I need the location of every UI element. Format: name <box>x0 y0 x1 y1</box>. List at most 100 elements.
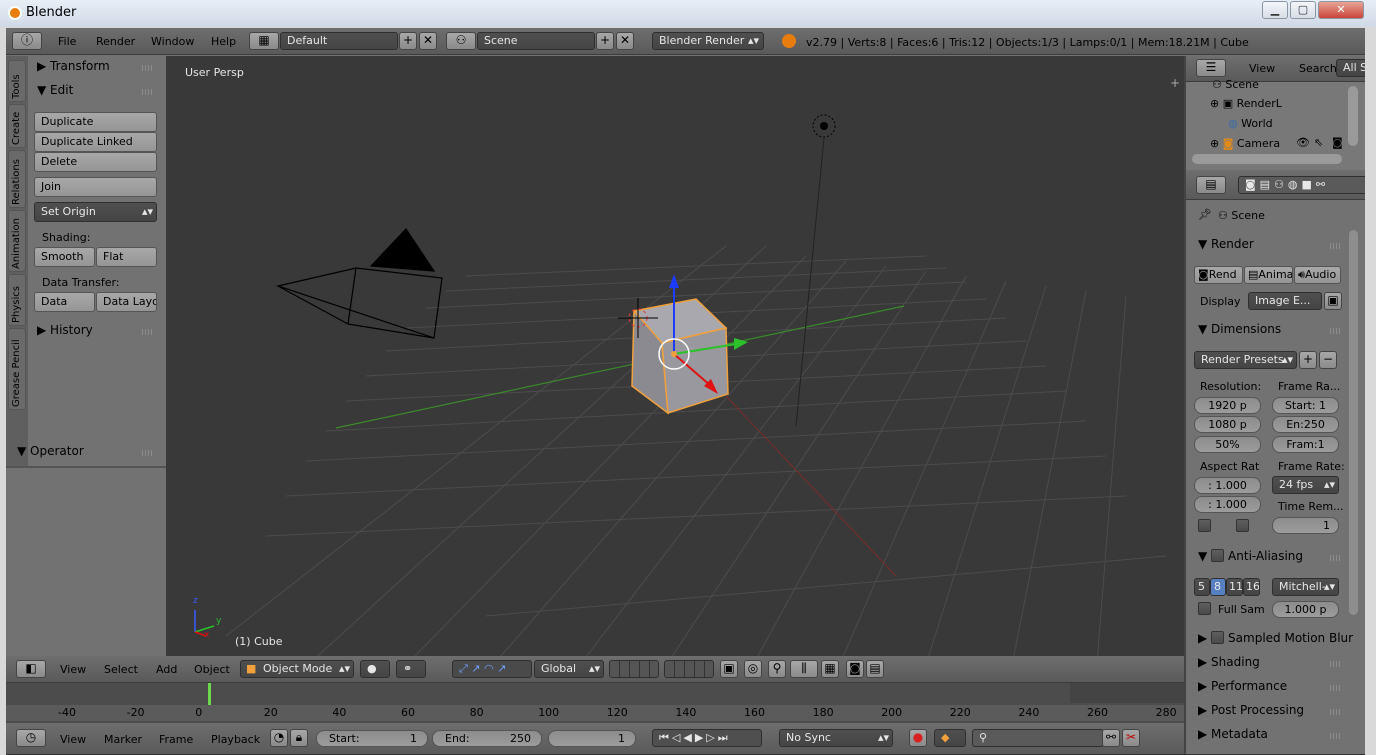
outliner-item-camera[interactable]: ⊕ ◙ Camera <box>1210 137 1280 150</box>
selectability-cursor-icon[interactable]: ⇖ <box>1314 136 1323 149</box>
drag-handle-icon[interactable] <box>142 65 154 71</box>
frame-end-field[interactable]: En:250 <box>1272 416 1339 433</box>
layout-selector-button[interactable]: ▦ <box>249 32 279 50</box>
menu-view[interactable]: View <box>60 663 86 676</box>
data-layout-button[interactable]: Data Layo <box>96 292 157 312</box>
render-audio-button[interactable]: 🔊︎Audio <box>1294 266 1341 284</box>
editor-type-button[interactable]: ⓘ <box>12 32 42 50</box>
outliner-editor-type-button[interactable]: ☰ <box>1196 59 1226 77</box>
drag-handle-icon[interactable] <box>1330 709 1342 715</box>
close-button[interactable]: ✕ <box>1318 1 1364 19</box>
time-remap-new-field[interactable]: 1 <box>1272 517 1339 534</box>
duplicate-button[interactable]: Duplicate <box>34 112 157 132</box>
snap-button[interactable]: ⚲ <box>768 660 786 678</box>
snap-element-dropdown[interactable]: ⫼ <box>790 660 818 678</box>
frame-start-field[interactable]: Start: 1 <box>1272 397 1339 414</box>
flat-button[interactable]: Flat <box>96 247 157 267</box>
layer-buttons-2[interactable] <box>664 660 714 678</box>
outliner-item-world[interactable]: ◍ World <box>1228 117 1273 130</box>
menu-add[interactable]: Add <box>156 663 177 676</box>
tab-animation[interactable]: Animation <box>8 210 26 272</box>
delete-layout-button[interactable]: ✕ <box>419 32 437 50</box>
anti-aliasing-checkbox[interactable] <box>1211 549 1225 562</box>
proportional-edit-button[interactable]: ◎ <box>744 660 762 678</box>
keying-set-dropdown[interactable]: ◆ <box>934 729 966 747</box>
layout-field[interactable]: Default <box>280 32 398 50</box>
smooth-button[interactable]: Smooth <box>34 247 95 267</box>
border-checkbox[interactable] <box>1198 519 1211 532</box>
timeline-menu-view[interactable]: View <box>60 733 86 746</box>
join-button[interactable]: Join <box>34 177 157 197</box>
pivot-dropdown[interactable]: ⚭ <box>396 660 426 678</box>
lock-interface-button[interactable]: ▣ <box>1324 292 1342 310</box>
drag-handle-icon[interactable] <box>1330 733 1342 739</box>
drag-handle-icon[interactable] <box>1330 243 1342 249</box>
drag-handle-icon[interactable] <box>1330 555 1342 561</box>
filter-size-field[interactable]: 1.000 p <box>1272 601 1339 618</box>
record-button[interactable]: ● <box>909 729 927 747</box>
drag-handle-icon[interactable] <box>142 329 154 335</box>
mode-dropdown[interactable]: ■ Object Mode ▴▾ <box>240 660 354 678</box>
aa-samples-11[interactable]: 11 <box>1226 578 1243 596</box>
anti-aliasing-panel-header[interactable]: ▼ Anti-Aliasing <box>1198 549 1303 563</box>
frame-step-field[interactable]: Fram:1 <box>1272 436 1339 453</box>
add-layout-button[interactable]: + <box>399 32 417 50</box>
outliner-hscrollbar[interactable] <box>1192 154 1342 164</box>
drag-handle-icon[interactable] <box>1330 661 1342 667</box>
scene-field[interactable]: Scene <box>477 32 595 50</box>
aa-samples-8[interactable]: 8 <box>1210 578 1226 596</box>
playback-controls[interactable]: ⏮◁◀▶▷⏭ <box>652 729 762 747</box>
add-preset-button[interactable]: + <box>1299 351 1317 369</box>
sync-dropdown[interactable]: No Sync ▴▾ <box>779 729 893 747</box>
post-processing-panel-header[interactable]: ▶ Post Processing <box>1198 703 1304 717</box>
layer-buttons-1[interactable] <box>609 660 659 678</box>
opengl-render-button[interactable]: ◙ <box>846 660 864 678</box>
frame-rate-dropdown[interactable]: 24 fps ▴▾ <box>1272 476 1339 494</box>
properties-editor-type-button[interactable]: ▤ <box>1196 176 1226 194</box>
operator-panel-header[interactable]: ▼ Operator <box>17 444 84 458</box>
start-frame-field[interactable]: Start: 1 <box>316 730 428 747</box>
timeline-area[interactable]: -40 -20 0 20 40 60 80 100 120 140 160 180 200 220 240 2… <box>6 683 1184 723</box>
timeline-menu-marker[interactable]: Marker <box>104 733 142 746</box>
menu-render[interactable]: Render <box>96 35 135 48</box>
shading-panel-header[interactable]: ▶ Shading <box>1198 655 1260 669</box>
timeline-menu-frame[interactable]: Frame <box>159 733 193 746</box>
tab-tools[interactable]: Tools <box>8 60 26 102</box>
orientation-dropdown[interactable]: Global ▴▾ <box>534 660 604 678</box>
display-dropdown[interactable]: Image E... <box>1248 292 1322 310</box>
render-engine-dropdown[interactable]: Blender Render ▴▾ <box>652 32 764 50</box>
delete-keyframe-button[interactable]: ✂ <box>1122 729 1140 747</box>
minimize-button[interactable]: ▁ <box>1262 1 1288 19</box>
3d-viewport[interactable]: User Persp (1) Cube z y x + <box>166 56 1184 656</box>
outliner-menu-view[interactable]: View <box>1249 62 1275 75</box>
drag-handle-icon[interactable] <box>1330 328 1342 334</box>
render-animation-button[interactable]: ▤Anima <box>1244 266 1293 284</box>
layer-lock-button[interactable]: ▣ <box>720 660 738 678</box>
delete-button[interactable]: Delete <box>34 152 157 172</box>
data-transfer-button[interactable]: Data <box>34 292 95 312</box>
manipulator-buttons[interactable]: ⤢ ↗ ◠ ↗ <box>452 660 532 678</box>
editor-type-button[interactable]: ◷ <box>16 729 46 747</box>
menu-window[interactable]: Window <box>151 35 194 48</box>
drag-handle-icon[interactable] <box>1330 685 1342 691</box>
pin-icon[interactable]: 📌︎ <box>1198 208 1212 221</box>
metadata-panel-header[interactable]: ▶ Metadata <box>1198 727 1268 741</box>
remove-preset-button[interactable]: − <box>1319 351 1337 369</box>
timeline-menu-playback[interactable]: Playback <box>211 733 260 746</box>
outliner-menu-search[interactable]: Search <box>1299 62 1337 75</box>
camera-object[interactable] <box>275 228 443 339</box>
set-origin-dropdown[interactable]: Set Origin ▴▾ <box>34 202 157 222</box>
resolution-percent-field[interactable]: 50% <box>1194 436 1261 453</box>
onlyrender-button[interactable]: ▦ <box>821 660 839 678</box>
drag-handle-icon[interactable] <box>142 89 154 95</box>
properties-context-tabs[interactable]: ◙▤⚇◍■⚯ <box>1238 176 1365 194</box>
lamp-object[interactable] <box>795 114 836 427</box>
properties-scrollbar[interactable] <box>1349 230 1358 615</box>
aa-samples-16[interactable]: 16 <box>1243 578 1260 596</box>
tab-grease-pencil[interactable]: Grease Pencil <box>8 328 26 410</box>
menu-file[interactable]: File <box>58 35 76 48</box>
menu-select[interactable]: Select <box>104 663 138 676</box>
full-sample-checkbox[interactable] <box>1198 602 1211 615</box>
delete-scene-button[interactable]: ✕ <box>616 32 634 50</box>
editor-type-button[interactable]: ◧ <box>16 660 46 678</box>
